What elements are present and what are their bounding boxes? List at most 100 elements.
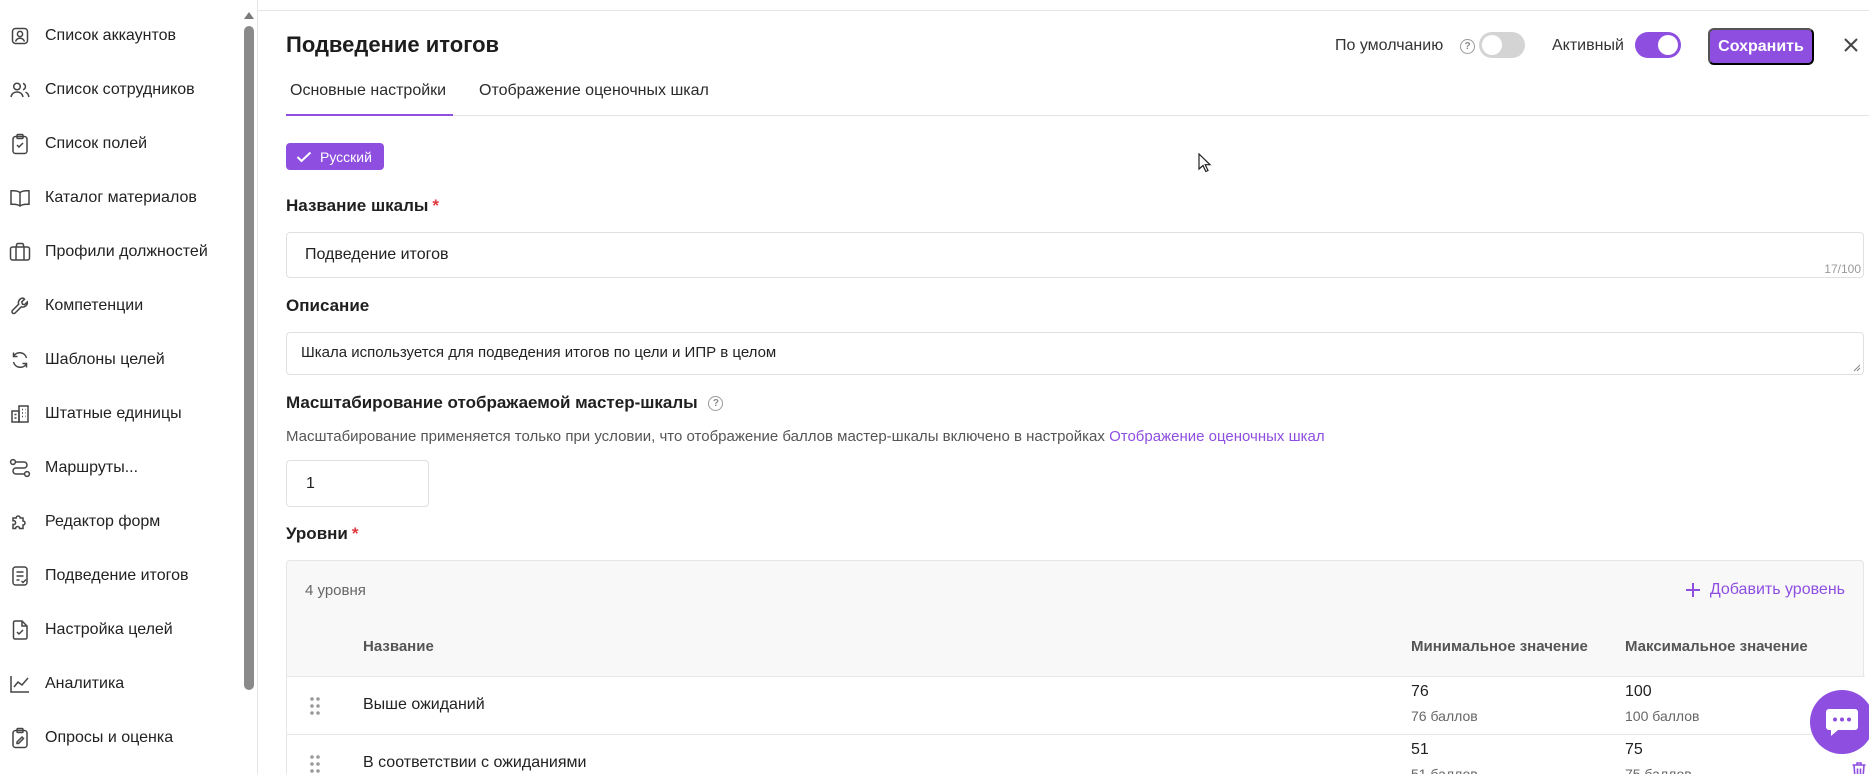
language-label: Русский — [320, 148, 372, 165]
wrench-icon — [9, 295, 31, 317]
briefcase-icon — [9, 241, 31, 263]
scale-display-link[interactable]: Отображение оценочных шкал — [1109, 428, 1325, 445]
clipboard-icon — [9, 133, 31, 155]
level-max: 75 — [1625, 741, 1643, 758]
sidebar-item-materials[interactable]: Каталог материалов — [0, 178, 240, 218]
required-mark: * — [432, 196, 440, 215]
toggle-knob — [1658, 35, 1678, 55]
level-min-points: 51 баллов — [1411, 766, 1478, 774]
sidebar-item-fields[interactable]: Список полей — [0, 124, 240, 164]
help-icon[interactable]: ? — [708, 396, 724, 412]
resize-handle-icon[interactable] — [1853, 364, 1861, 372]
description-value: Шкала используется для подведения итогов… — [301, 344, 777, 361]
refresh-icon — [9, 349, 31, 371]
sidebar-item-label: Список аккаунтов — [45, 27, 177, 44]
sidebar-item-label: Маршруты... — [45, 459, 139, 476]
sidebar-item-analytics[interactable]: Аналитика — [0, 664, 240, 704]
sidebar-item-staff-units[interactable]: Штатные единицы — [0, 394, 240, 434]
language-badge[interactable]: Русский — [286, 143, 384, 170]
default-toggle-label: По умолчанию — [1335, 37, 1444, 54]
sidebar-item-form-editor[interactable]: Редактор форм — [0, 502, 240, 542]
add-level-label: Добавить уровень — [1709, 581, 1845, 598]
sidebar-item-job-profiles[interactable]: Профили должностей — [0, 232, 240, 272]
scale-name-value: Подведение итогов — [305, 246, 449, 263]
drag-handle-icon[interactable] — [309, 754, 321, 774]
levels-count: 4 уровня — [305, 582, 366, 599]
chat-button[interactable] — [1810, 690, 1869, 754]
tab-scale-display[interactable]: Отображение оценочных шкал — [475, 78, 713, 116]
tab-main-settings[interactable]: Основные настройки — [286, 78, 453, 116]
sidebar: Список аккаунтов Список сотрудников Спис… — [0, 0, 258, 774]
main-panel: Подведение итогов По умолчанию ? Активны… — [258, 0, 1869, 774]
sidebar-item-label: Редактор форм — [45, 513, 161, 530]
level-min: 51 — [1411, 741, 1429, 758]
line-chart-icon — [9, 673, 31, 695]
scaling-input[interactable]: 1 — [286, 460, 429, 507]
users-icon — [9, 79, 31, 101]
description-field[interactable]: Шкала используется для подведения итогов… — [286, 332, 1864, 375]
checklist-icon — [9, 565, 31, 587]
page-title: Подведение итогов — [286, 32, 500, 57]
add-level-button[interactable]: Добавить уровень — [1685, 581, 1845, 599]
mouse-cursor-icon — [1198, 153, 1212, 173]
level-max-points: 75 баллов — [1625, 766, 1692, 774]
column-header-min: Минимальное значение — [1411, 638, 1588, 655]
help-icon[interactable]: ? — [1460, 39, 1475, 54]
scroll-up-arrow-icon[interactable] — [244, 12, 254, 19]
default-toggle[interactable] — [1479, 32, 1525, 58]
level-min: 76 — [1411, 683, 1429, 700]
hint-text: Масштабирование применяется только при у… — [286, 428, 1105, 445]
sidebar-item-goal-templates[interactable]: Шаблоны целей — [0, 340, 240, 380]
trash-icon[interactable] — [1851, 761, 1867, 774]
scaling-value: 1 — [306, 475, 315, 492]
level-max-points: 100 баллов — [1625, 708, 1700, 724]
label-text: Название шкалы — [286, 196, 429, 215]
divider — [258, 10, 1869, 11]
levels-label: Уровни * — [286, 524, 359, 544]
scale-name-label: Название шкалы * — [286, 196, 439, 216]
sidebar-item-surveys[interactable]: Опросы и оценка — [0, 718, 240, 758]
sidebar-item-routes[interactable]: Маршруты... — [0, 448, 240, 488]
drag-handle-icon[interactable] — [309, 696, 321, 716]
clipboard-check-icon — [9, 619, 31, 641]
route-icon — [9, 457, 31, 479]
level-name: Выше ожиданий — [363, 696, 485, 713]
sidebar-item-label: Список сотрудников — [45, 81, 195, 98]
sidebar-item-goal-settings[interactable]: Настройка целей — [0, 610, 240, 650]
sidebar-item-label: Компетенции — [45, 297, 144, 314]
scaling-hint: Масштабирование применяется только при у… — [286, 428, 1325, 445]
column-header-name: Название — [363, 638, 434, 655]
sidebar-item-label: Каталог материалов — [45, 189, 197, 206]
sidebar-item-label: Штатные единицы — [45, 405, 182, 422]
sidebar-item-label: Профили должностей — [45, 243, 208, 260]
active-toggle-label: Активный — [1552, 37, 1624, 54]
sidebar-item-employees[interactable]: Список сотрудников — [0, 70, 240, 110]
scaling-label: Масштабирование отображаемой мастер-шкал… — [286, 393, 724, 413]
chat-icon — [1826, 709, 1858, 736]
sidebar-item-label: Аналитика — [45, 675, 125, 692]
book-icon — [9, 187, 31, 209]
sidebar-item-accounts[interactable]: Список аккаунтов — [0, 16, 240, 56]
sidebar-item-label: Настройка целей — [45, 621, 173, 638]
char-counter: 17/100 — [1824, 262, 1861, 276]
column-header-max: Максимальное значение — [1625, 638, 1808, 655]
label-text: Уровни — [286, 524, 348, 543]
app-window: Список аккаунтов Список сотрудников Спис… — [0, 0, 1869, 774]
level-min-points: 76 баллов — [1411, 708, 1478, 724]
level-name: В соответствии с ожиданиями — [363, 754, 587, 771]
sidebar-item-label: Подведение итогов — [45, 567, 189, 584]
sidebar-scrollbar[interactable] — [242, 0, 256, 774]
plus-icon — [1685, 583, 1700, 597]
sidebar-item-competencies[interactable]: Компетенции — [0, 286, 240, 326]
save-button[interactable]: Сохранить — [1708, 28, 1814, 65]
scale-name-field[interactable]: Подведение итогов 17/100 — [286, 232, 1864, 278]
level-max: 100 — [1625, 683, 1652, 700]
required-mark: * — [351, 524, 359, 543]
sidebar-item-summary[interactable]: Подведение итогов — [0, 556, 240, 596]
active-toggle[interactable] — [1635, 32, 1681, 58]
label-text: Масштабирование отображаемой мастер-шкал… — [286, 393, 698, 412]
sidebar-item-label: Шаблоны целей — [45, 351, 165, 368]
table-row: В соответствии с ожиданиями 51 51 баллов… — [287, 734, 1867, 774]
close-icon[interactable] — [1840, 34, 1862, 56]
scrollbar-thumb[interactable] — [244, 26, 254, 690]
